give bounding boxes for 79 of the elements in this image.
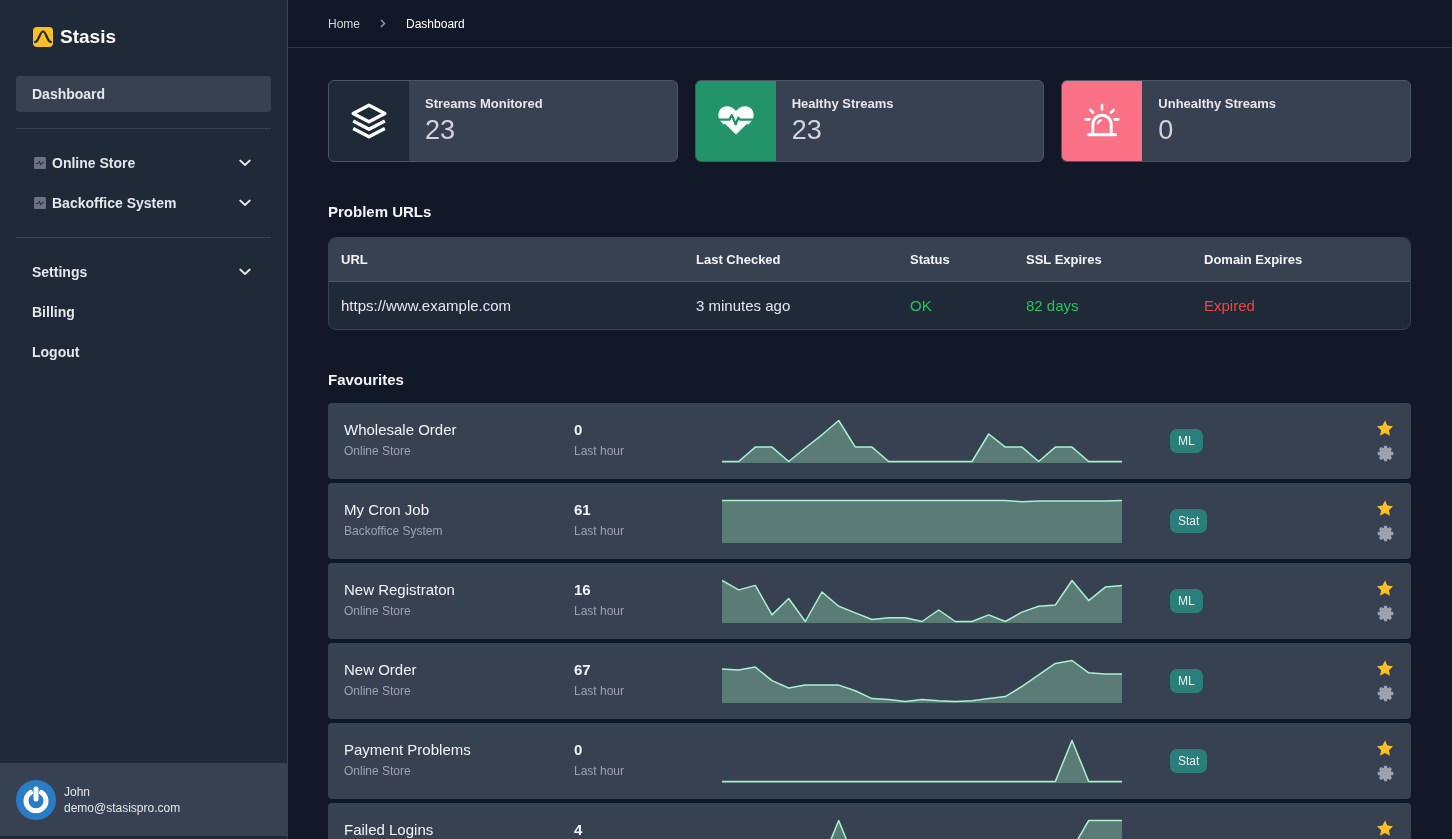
- chevron-right-icon: [380, 19, 386, 28]
- column-header: SSL Expires: [1026, 252, 1103, 267]
- star-icon[interactable]: [1376, 580, 1394, 597]
- breadcrumb-link[interactable]: Home: [328, 16, 360, 31]
- table-cell-text: 3 minutes ago: [696, 297, 792, 314]
- user-email: demo@stasispro.com: [64, 799, 181, 816]
- table-cell-text: https://www.example.com: [341, 297, 513, 314]
- stream-row[interactable]: My Cron Job Backoffice System 61 Last hour Stat: [328, 483, 1411, 559]
- nav-item[interactable]: Billing: [16, 294, 271, 330]
- stream-row[interactable]: New Order Online Store 67 Last hour ML: [328, 643, 1411, 719]
- column-header: Domain Expires: [1204, 252, 1304, 267]
- event-count: 0: [574, 421, 584, 438]
- stat-label: Streams Monitored: [425, 95, 543, 113]
- settings-icon[interactable]: [1376, 685, 1394, 702]
- nav-item[interactable]: Logout: [16, 334, 271, 370]
- section-heading: Favourites: [328, 370, 405, 390]
- column-header: Status: [910, 252, 951, 267]
- event-count: 61: [574, 501, 592, 518]
- column-header: Last Checked: [696, 252, 782, 267]
- event-count: 0: [574, 741, 584, 758]
- breadcrumb-link[interactable]: Dashboard: [406, 16, 465, 31]
- count-period: Last hour: [574, 523, 626, 539]
- user-name: John: [64, 783, 92, 800]
- event-count: 67: [574, 661, 592, 678]
- star-icon[interactable]: [1376, 740, 1394, 757]
- settings-icon[interactable]: [1376, 765, 1394, 782]
- activity-icon: [34, 197, 46, 209]
- star-icon[interactable]: [1376, 420, 1394, 437]
- nav-item[interactable]: Online Store: [16, 145, 271, 181]
- stat-value: 0: [1158, 114, 1175, 147]
- count-period: Last hour: [574, 443, 626, 459]
- logo-icon: [33, 27, 53, 47]
- type-badge: ML: [1170, 669, 1203, 693]
- layers-icon: [349, 101, 389, 141]
- table-cell-text: Expired: [1204, 297, 1256, 314]
- table-cell-text: 82 days: [1026, 297, 1080, 314]
- stream-name: My Cron Job: [344, 501, 431, 518]
- stream-name: Payment Problems: [344, 741, 472, 758]
- star-icon[interactable]: [1376, 500, 1394, 517]
- count-period: Last hour: [574, 683, 626, 699]
- stream-name: New Order: [344, 661, 418, 678]
- settings-icon[interactable]: [1376, 445, 1394, 462]
- stream-group: Online Store: [344, 763, 574, 779]
- nav-item[interactable]: Dashboard: [16, 76, 271, 112]
- stream-group: Online Store: [344, 683, 574, 699]
- type-badge: ML: [1170, 429, 1203, 453]
- event-count: 4: [574, 821, 584, 838]
- table-cell-text: OK: [910, 297, 933, 314]
- type-badge: ML: [1170, 589, 1203, 613]
- brand-name: Stasis: [60, 26, 116, 48]
- settings-icon[interactable]: [1376, 605, 1394, 622]
- stream-group: Online Store: [344, 443, 574, 459]
- type-badge: Stat: [1170, 749, 1208, 773]
- stream-group: Backoffice System: [344, 523, 574, 539]
- count-period: Last hour: [574, 763, 626, 779]
- count-period: Last hour: [574, 603, 626, 619]
- stream-name: Wholesale Order: [344, 421, 458, 438]
- section-heading: Problem URLs: [328, 202, 433, 222]
- column-header: URL: [341, 252, 369, 267]
- star-icon[interactable]: [1376, 660, 1394, 677]
- nav-item[interactable]: Backoffice System: [16, 185, 271, 221]
- nav-item[interactable]: Settings: [16, 254, 271, 290]
- stream-name: Failed Logins: [344, 821, 435, 838]
- stream-row[interactable]: New Registraton Online Store 16 Last hour ML: [328, 563, 1411, 639]
- stream-row[interactable]: Failed Logins 4: [328, 803, 1411, 839]
- activity-icon: [34, 157, 46, 169]
- avatar-icon: [16, 779, 56, 820]
- stat-value: 23: [425, 114, 457, 147]
- star-icon[interactable]: [1376, 820, 1394, 837]
- stream-name: New Registraton: [344, 581, 456, 598]
- stream-row[interactable]: Payment Problems Online Store 0 Last hour Stat: [328, 723, 1411, 799]
- stat-label: Unhealthy Streams: [1158, 95, 1277, 113]
- type-badge: Stat: [1170, 509, 1208, 533]
- stat-label: Healthy Streams: [791, 95, 894, 113]
- stream-group: Online Store: [344, 603, 574, 619]
- event-count: 16: [574, 581, 592, 598]
- settings-icon[interactable]: [1376, 525, 1394, 542]
- stream-row[interactable]: Wholesale Order Online Store 0 Last hour ML: [328, 403, 1411, 479]
- stat-value: 23: [791, 114, 823, 147]
